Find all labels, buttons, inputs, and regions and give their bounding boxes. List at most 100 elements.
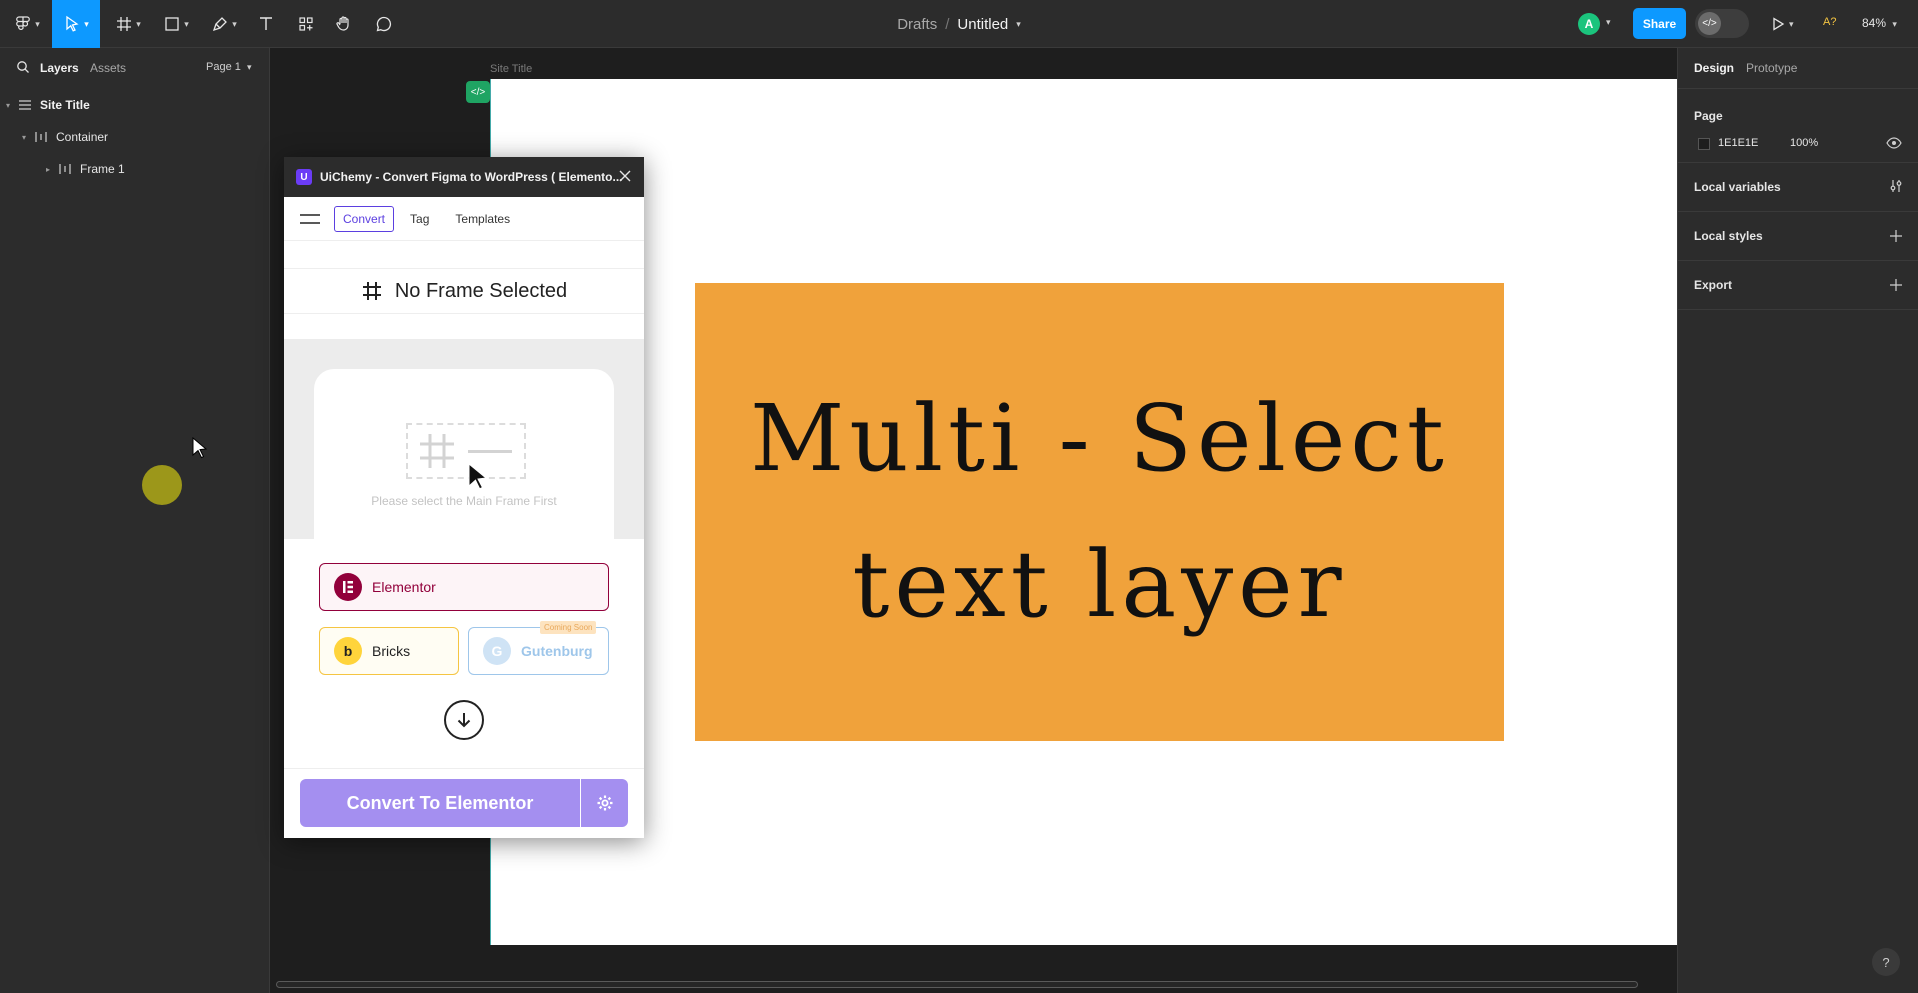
export-section[interactable]: Export — [1678, 261, 1918, 310]
local-styles-label: Local styles — [1694, 229, 1763, 243]
convert-settings-button[interactable] — [581, 779, 628, 827]
mouse-pointer-icon — [192, 437, 208, 459]
file-title[interactable]: Untitled — [957, 16, 1008, 33]
page-opacity-value[interactable]: 100% — [1790, 137, 1818, 149]
plugin-title: UiChemy - Convert Figma to WordPress ( E… — [320, 170, 623, 184]
tab-prototype[interactable]: Prototype — [1746, 61, 1797, 75]
local-styles-section[interactable]: Local styles — [1678, 212, 1918, 261]
pen-tool-button[interactable]: ▾ — [206, 0, 242, 48]
hand-tool-button[interactable] — [330, 0, 358, 48]
mouse-pointer-icon — [468, 463, 488, 489]
layer-row-site-title[interactable]: ▾ Site Title — [0, 89, 270, 121]
no-frame-status: No Frame Selected — [284, 268, 644, 314]
move-tool-button[interactable]: ▾ — [52, 0, 100, 48]
eye-icon[interactable] — [1886, 137, 1902, 149]
gutenberg-label: Gutenburg — [521, 643, 593, 659]
tab-design[interactable]: Design — [1694, 61, 1734, 75]
frame-preview-area: Please select the Main Frame First — [284, 339, 644, 569]
export-label: Export — [1694, 278, 1733, 292]
layer-row-container[interactable]: ▾ Container — [0, 121, 270, 153]
auto-layout-vertical-icon — [19, 100, 31, 110]
uichemy-logo-icon: U — [296, 169, 312, 185]
layer-row-frame-1[interactable]: ▸ Frame 1 — [0, 153, 270, 185]
plus-icon[interactable] — [1889, 278, 1903, 292]
layers-panel: Layers Assets Page 1 ▾ ▾ Site Title ▾ Co… — [0, 48, 270, 993]
horizontal-scrollbar[interactable] — [276, 981, 1638, 988]
comment-tool-button[interactable] — [370, 0, 398, 48]
frame-placeholder-illustration — [406, 423, 526, 479]
bricks-builder-button[interactable]: b Bricks — [319, 627, 459, 675]
page-color-value[interactable]: 1E1E1E — [1718, 137, 1758, 149]
sliders-icon[interactable] — [1889, 179, 1903, 193]
main-menu-button[interactable]: ▾ — [10, 0, 44, 48]
plugin-footer: Convert To Elementor — [284, 768, 644, 838]
layer-name: Container — [56, 130, 109, 144]
chevron-down-icon[interactable]: ▾ — [1016, 19, 1021, 30]
local-variables-label: Local variables — [1694, 180, 1781, 194]
text-t-icon — [260, 17, 272, 30]
hamburger-menu-icon[interactable] — [300, 212, 320, 226]
dev-mode-toggle[interactable]: </> — [1695, 9, 1749, 38]
arrow-down-icon — [457, 713, 471, 728]
figma-logo-icon — [16, 16, 31, 31]
ai-badge[interactable]: A? — [1823, 16, 1836, 28]
local-variables-section[interactable]: Local variables — [1678, 163, 1918, 212]
hand-icon — [336, 16, 349, 31]
collapse-arrow-icon[interactable]: ▸ — [42, 165, 54, 174]
page-color-swatch[interactable] — [1698, 138, 1710, 150]
chevron-down-icon: ▾ — [184, 18, 189, 29]
headline-text-layer[interactable]: Multi - Select text layer — [720, 366, 1480, 658]
zoom-value: 84% — [1862, 16, 1887, 30]
gutenberg-logo-icon: G — [483, 637, 511, 665]
page-selector-label: Page 1 — [206, 61, 241, 73]
plugin-header[interactable]: U UiChemy - Convert Figma to WordPress (… — [284, 157, 644, 197]
auto-layout-horizontal-icon — [59, 164, 71, 174]
coming-soon-badge: Coming Soon — [540, 621, 597, 634]
share-button[interactable]: Share — [1633, 8, 1686, 39]
hash-frame-icon — [362, 282, 381, 300]
plugin-nav: Convert Tag Templates — [284, 197, 644, 241]
elementor-builder-button[interactable]: Elementor — [319, 563, 609, 611]
code-badge-icon[interactable]: </> — [466, 81, 490, 103]
convert-to-elementor-button[interactable]: Convert To Elementor — [300, 779, 580, 827]
tab-templates[interactable]: Templates — [455, 212, 510, 226]
page-selector[interactable]: Page 1 ▾ — [206, 61, 251, 73]
code-brackets-icon: </> — [1698, 12, 1721, 35]
expand-arrow-icon[interactable]: ▾ — [18, 133, 30, 142]
components-icon — [299, 17, 313, 31]
tab-convert[interactable]: Convert — [334, 205, 395, 232]
top-toolbar: ▾ ▾ ▾ ▾ ▾ Drafts / Untitled ▾ A ▾ Share … — [0, 0, 1918, 48]
search-icon[interactable] — [16, 60, 30, 74]
present-button[interactable]: ▾ — [1770, 13, 1794, 35]
help-button[interactable]: ? — [1872, 948, 1900, 976]
zoom-level[interactable]: 84% ▾ — [1862, 16, 1897, 30]
frame-tool-button[interactable]: ▾ — [110, 0, 146, 48]
plus-icon[interactable] — [1889, 229, 1903, 243]
close-icon[interactable] — [618, 169, 632, 183]
play-icon — [1773, 17, 1785, 31]
design-panel: Design Prototype Page 1E1E1E 100% Local … — [1677, 48, 1918, 993]
scroll-down-button[interactable] — [444, 700, 484, 740]
tab-assets[interactable]: Assets — [90, 61, 126, 75]
preview-hint-text: Please select the Main Frame First — [371, 494, 557, 508]
frame-preview-card: Please select the Main Frame First — [314, 369, 614, 569]
breadcrumb: Drafts / Untitled ▾ — [0, 0, 1918, 48]
tab-tag[interactable]: Tag — [410, 212, 429, 226]
shape-tool-button[interactable]: ▾ — [158, 0, 194, 48]
avatar[interactable]: A — [1578, 13, 1600, 35]
orange-text-container[interactable]: Multi - Select text layer — [695, 283, 1504, 741]
chevron-down-icon: ▾ — [136, 18, 141, 29]
page-heading: Page — [1694, 109, 1723, 123]
breadcrumb-drafts-link[interactable]: Drafts — [897, 16, 937, 33]
chevron-down-icon[interactable]: ▾ — [1606, 17, 1611, 28]
gutenberg-builder-button[interactable]: G Gutenburg — [468, 627, 609, 675]
resources-button[interactable] — [292, 0, 320, 48]
auto-layout-horizontal-icon — [35, 132, 47, 142]
uichemy-plugin-window: U UiChemy - Convert Figma to WordPress (… — [284, 157, 644, 838]
tab-layers[interactable]: Layers — [40, 61, 79, 75]
chevron-down-icon: ▾ — [232, 18, 237, 29]
frame-label[interactable]: Site Title — [490, 63, 532, 75]
text-tool-button[interactable] — [252, 0, 280, 48]
expand-arrow-icon[interactable]: ▾ — [2, 101, 14, 110]
breadcrumb-separator: / — [945, 15, 950, 33]
